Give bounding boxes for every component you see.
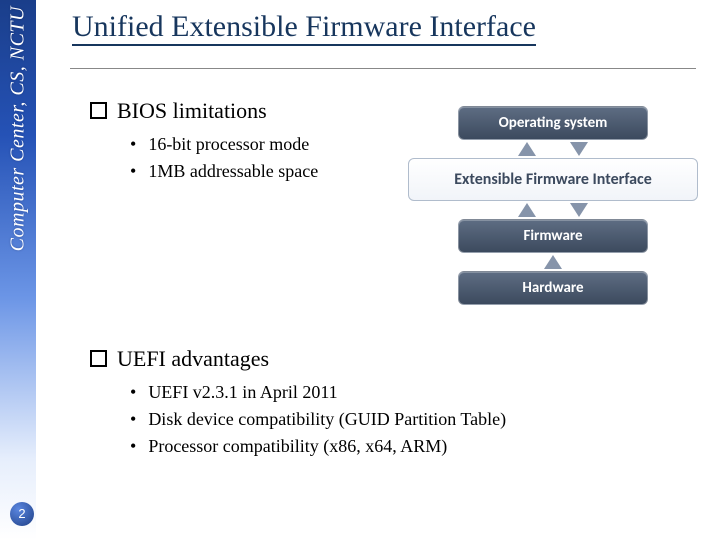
uefi-list: UEFI v2.3.1 in April 2011 Disk device co… — [130, 382, 696, 457]
arrow-fw-hw — [408, 255, 698, 269]
bios-list: 16-bit processor mode 1MB addressable sp… — [130, 134, 430, 182]
section-heading-bios: BIOS limitations — [90, 98, 430, 124]
layer-hw: Hardware — [458, 271, 648, 305]
arrow-up-icon — [518, 203, 536, 217]
title-divider — [70, 68, 696, 69]
section-bios: BIOS limitations 16-bit processor mode 1… — [90, 98, 430, 188]
list-item: 16-bit processor mode — [130, 134, 430, 155]
arrow-up-icon — [518, 142, 536, 156]
layer-fw: Firmware — [458, 219, 648, 253]
slide-title: Unified Extensible Firmware Interface — [72, 10, 536, 44]
arrows-efi-fw — [408, 203, 698, 217]
arrows-os-efi — [408, 142, 698, 156]
list-item: Disk device compatibility (GUID Partitio… — [130, 409, 696, 430]
content-area: Unified Extensible Firmware Interface BI… — [36, 0, 720, 540]
list-item: Processor compatibility (x86, x64, ARM) — [130, 436, 696, 457]
section-uefi: UEFI advantages UEFI v2.3.1 in April 201… — [90, 346, 696, 463]
sidebar-label: Computer Center, CS, NCTU — [7, 6, 30, 251]
sidebar: Computer Center, CS, NCTU — [0, 0, 36, 540]
arrow-down-icon — [570, 203, 588, 217]
list-item: 1MB addressable space — [130, 161, 430, 182]
arrow-up-icon — [544, 255, 562, 269]
list-item: UEFI v2.3.1 in April 2011 — [130, 382, 696, 403]
arrow-down-icon — [570, 142, 588, 156]
slide: Computer Center, CS, NCTU Unified Extens… — [0, 0, 720, 540]
section-heading-uefi: UEFI advantages — [90, 346, 696, 372]
page-number-badge: 2 — [10, 502, 34, 526]
layer-efi: Extensible Firmware Interface — [408, 158, 698, 201]
slide-title-text: Unified Extensible Firmware Interface — [72, 10, 536, 46]
uefi-stack-diagram: Operating system Extensible Firmware Int… — [408, 106, 698, 305]
layer-os: Operating system — [458, 106, 648, 140]
